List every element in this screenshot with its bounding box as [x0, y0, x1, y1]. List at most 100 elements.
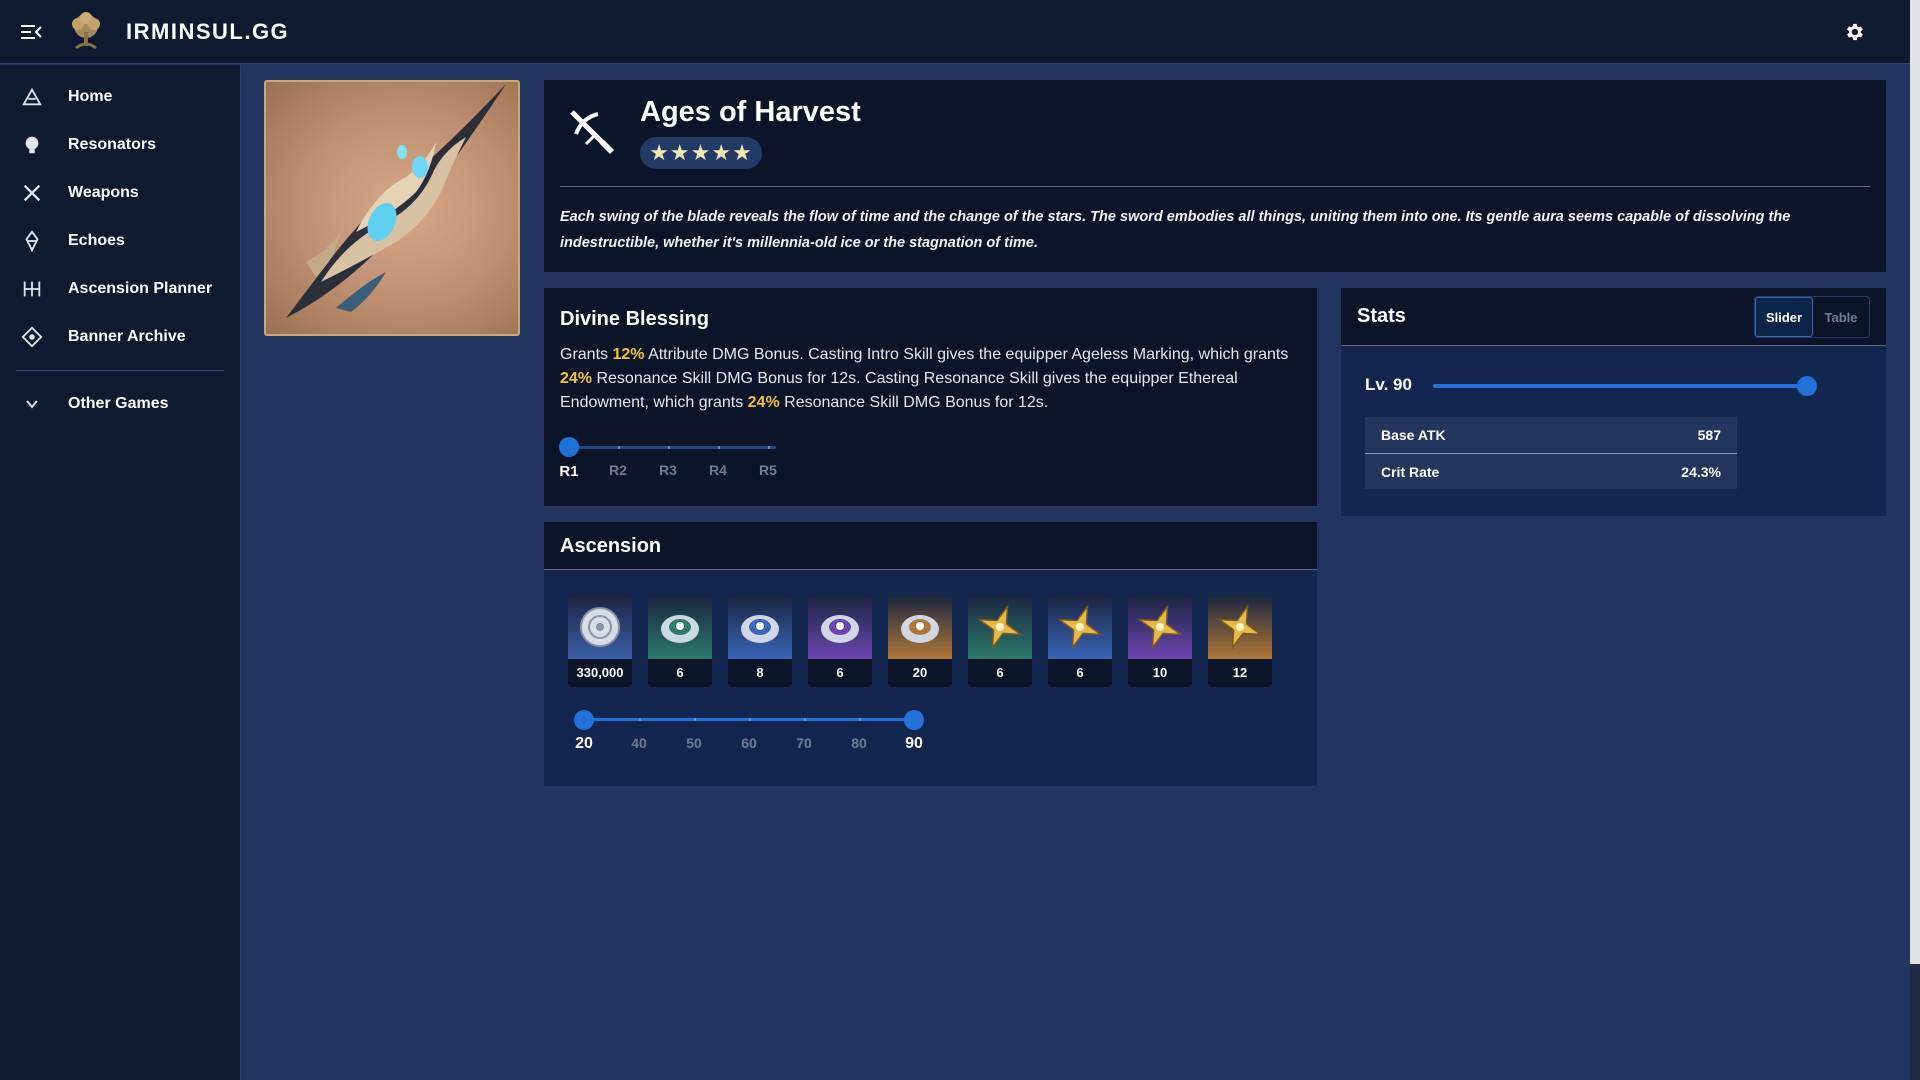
top-bar: IRMINSUL.GG	[0, 0, 1910, 64]
chevron-down-icon	[20, 392, 44, 416]
stat-name: Crit Rate	[1381, 463, 1440, 480]
refinement-slider-thumb[interactable]	[559, 437, 579, 457]
rarity-stars: ★★★★★	[640, 137, 762, 169]
sidebar-item-label: Home	[68, 88, 113, 105]
ascension-title: Ascension	[560, 535, 662, 557]
material-count: 6	[1076, 665, 1084, 680]
weapon-illustration	[286, 84, 506, 318]
stat-row-crit-rate: Crit Rate 24.3%	[1365, 453, 1737, 489]
passive-value: 12%	[612, 346, 645, 363]
ascension-planner-icon	[20, 277, 44, 301]
material-count: 6	[676, 665, 684, 680]
table-view-button[interactable]: Table	[1813, 297, 1869, 337]
level-label-20[interactable]: 20	[564, 735, 604, 753]
passive-text: Attribute DMG Bonus. Casting Intro Skill…	[644, 346, 1289, 363]
sidebar-item-weapons[interactable]: Weapons	[0, 169, 240, 217]
sidebar-item-ascension-planner[interactable]: Ascension Planner	[0, 265, 240, 313]
material-item[interactable]: 12	[1208, 595, 1272, 687]
level-label-70[interactable]: 70	[784, 735, 824, 751]
passive-text: Grants	[560, 346, 613, 363]
refinement-label-r1[interactable]: R1	[554, 463, 584, 480]
level-tick	[749, 718, 751, 721]
material-item[interactable]: 20	[888, 595, 952, 687]
scrollbar-thumb[interactable]	[1910, 0, 1920, 964]
level-label-80[interactable]: 80	[839, 735, 879, 751]
material-icon	[568, 595, 632, 659]
refinement-label-r5[interactable]: R5	[753, 462, 783, 478]
level-range-start-thumb[interactable]	[574, 710, 594, 730]
material-item[interactable]: 8	[728, 595, 792, 687]
stats-level-slider-thumb[interactable]	[1797, 376, 1817, 396]
menu-collapse-icon	[21, 24, 42, 39]
logo-icon[interactable]	[64, 10, 108, 54]
resonators-icon	[20, 133, 44, 157]
weapon-description: Each swing of the blade reveals the flow…	[560, 209, 1791, 251]
sidebar-divider	[16, 370, 224, 371]
gear-icon	[1847, 23, 1863, 41]
material-count: 330,000	[576, 665, 624, 680]
material-count: 12	[1232, 665, 1248, 680]
material-item[interactable]: 6	[968, 595, 1032, 687]
material-count: 6	[836, 665, 844, 680]
header-divider	[560, 186, 1870, 187]
material-item[interactable]: 330,000	[568, 595, 632, 687]
settings-button[interactable]	[1838, 16, 1870, 48]
level-range-end-thumb[interactable]	[904, 710, 924, 730]
scrollbar-track[interactable]	[1910, 964, 1920, 1080]
sidebar-item-label: Weapons	[68, 184, 139, 201]
stats-header: Stats Slider Table	[1341, 288, 1886, 346]
material-count: 8	[756, 665, 764, 680]
level-label-90[interactable]: 90	[894, 735, 934, 753]
slider-view-button[interactable]: Slider	[1755, 297, 1813, 337]
refinement-tick	[768, 446, 770, 449]
material-icon	[968, 595, 1032, 659]
material-item[interactable]: 6	[1048, 595, 1112, 687]
home-icon	[20, 85, 44, 109]
passive-text: Resonance Skill DMG Bonus for 12s.	[779, 394, 1049, 411]
sidebar-item-label: Banner Archive	[68, 328, 186, 345]
material-item[interactable]: 6	[808, 595, 872, 687]
page-scrollbar[interactable]	[1910, 0, 1920, 1080]
passive-panel: Divine Blessing Grants 12% Attribute DMG…	[544, 288, 1317, 506]
material-item[interactable]: 10	[1128, 595, 1192, 687]
sidebar-item-home[interactable]: Home	[0, 73, 240, 121]
level-label-60[interactable]: 60	[729, 735, 769, 751]
level-label-40[interactable]: 40	[619, 735, 659, 751]
stats-table: Base ATK 587 Crit Rate 24.3%	[1365, 417, 1737, 489]
stats-title: Stats	[1357, 305, 1406, 327]
level-tick	[859, 718, 861, 721]
stats-level-slider-track[interactable]	[1433, 384, 1811, 388]
ascension-header: Ascension	[544, 522, 1317, 570]
weapons-icon	[20, 181, 44, 205]
sidebar-item-resonators[interactable]: Resonators	[0, 121, 240, 169]
level-label-50[interactable]: 50	[674, 735, 714, 751]
material-icon	[808, 595, 872, 659]
sidebar-item-other-games[interactable]: Other Games	[0, 380, 240, 428]
material-count: 6	[996, 665, 1004, 680]
sidebar-item-banner-archive[interactable]: Banner Archive	[0, 313, 240, 361]
stat-name: Base ATK	[1381, 427, 1446, 443]
refinement-label-r3[interactable]: R3	[653, 462, 683, 478]
sword-type-icon	[564, 104, 620, 160]
sidebar-item-label: Echoes	[68, 232, 125, 249]
passive-title: Divine Blessing	[560, 308, 709, 330]
material-item[interactable]: 6	[648, 595, 712, 687]
passive-value: 24%	[560, 370, 593, 387]
sidebar-item-echoes[interactable]: Echoes	[0, 217, 240, 265]
stat-row-base-atk: Base ATK 587	[1365, 417, 1737, 453]
level-tick	[639, 718, 641, 721]
material-count: 10	[1152, 665, 1168, 680]
refinement-slider-track[interactable]	[568, 446, 776, 449]
material-icon	[1208, 595, 1272, 659]
stats-view-toggle: Slider Table	[1754, 296, 1870, 338]
stat-value: 24.3%	[1681, 463, 1721, 480]
refinement-label-r2[interactable]: R2	[603, 462, 633, 478]
sidebar: Home Resonators Weapons Echoes Ascension…	[0, 65, 241, 1080]
refinement-label-r4[interactable]: R4	[703, 462, 733, 478]
weapon-name: Ages of Harvest	[640, 96, 861, 128]
passive-value: 24%	[747, 394, 780, 411]
level-tick	[804, 718, 806, 721]
brand-name[interactable]: IRMINSUL.GG	[126, 19, 289, 45]
material-icon	[648, 595, 712, 659]
menu-collapse-button[interactable]	[16, 16, 48, 48]
